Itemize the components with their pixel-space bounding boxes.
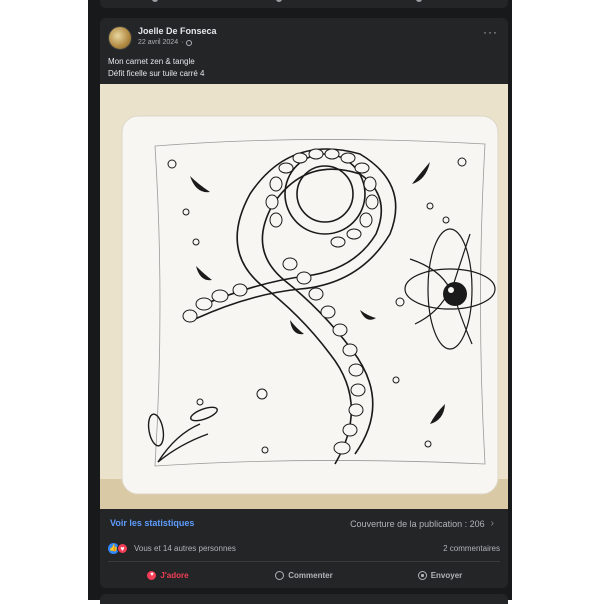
whatsapp-icon [417, 570, 427, 580]
post-text: Mon carnet zen & tangle Défit ficelle su… [108, 56, 204, 80]
stats-row: Voir les statistiques Couverture de la p… [100, 513, 508, 535]
reaction-icons[interactable]: 👍 ♥ [108, 543, 132, 555]
author-name[interactable]: Joelle De Fonseca [138, 26, 217, 36]
post-text-line: Mon carnet zen & tangle [108, 57, 195, 66]
post-reach[interactable]: Couverture de la publication : 206 › [350, 518, 494, 529]
globe-icon [186, 39, 193, 46]
next-post-card [100, 594, 508, 604]
divider [108, 561, 500, 562]
heart-icon: ♥ [147, 570, 157, 580]
action-bar: ♥ J'adore Commenter Envoyer [100, 564, 508, 586]
send-button[interactable]: Envoyer [372, 564, 508, 586]
chevron-right-icon: › [490, 518, 494, 529]
comment-button-label: Commenter [288, 570, 333, 580]
love-button-label: J'adore [160, 570, 189, 580]
avatar[interactable] [108, 26, 132, 50]
meta-separator: · [181, 39, 184, 46]
comment-icon [276, 0, 282, 2]
whatsapp-icon [416, 0, 422, 2]
more-horizontal-icon[interactable]: ··· [483, 26, 498, 38]
post-text-line: Défit ficelle sur tuile carré 4 [108, 69, 205, 78]
post-photo[interactable] [100, 84, 508, 509]
comments-count[interactable]: 2 commentaires [443, 544, 500, 553]
post-meta: 22 avril 2024 · [138, 39, 193, 46]
love-icon: ♥ [117, 543, 128, 554]
comment-button[interactable]: Commenter [236, 564, 372, 586]
love-icon [152, 0, 158, 2]
zentangle-drawing [100, 84, 508, 509]
send-button-label: Envoyer [430, 570, 463, 580]
love-button[interactable]: ♥ J'adore [100, 564, 236, 586]
post-date[interactable]: 22 avril 2024 [138, 39, 178, 46]
post-card: Joelle De Fonseca 22 avril 2024 · ··· Mo… [100, 18, 508, 588]
post-header: Joelle De Fonseca 22 avril 2024 · ··· [100, 18, 508, 54]
post-reach-label: Couverture de la publication : 206 [350, 518, 485, 529]
comment-icon [275, 570, 285, 580]
view-statistics-link[interactable]: Voir les statistiques [110, 518, 194, 528]
reactions-summary[interactable]: Vous et 14 autres personnes [134, 544, 236, 553]
previous-post-card [100, 0, 508, 8]
reactions-row: 👍 ♥ Vous et 14 autres personnes 2 commen… [100, 541, 508, 557]
